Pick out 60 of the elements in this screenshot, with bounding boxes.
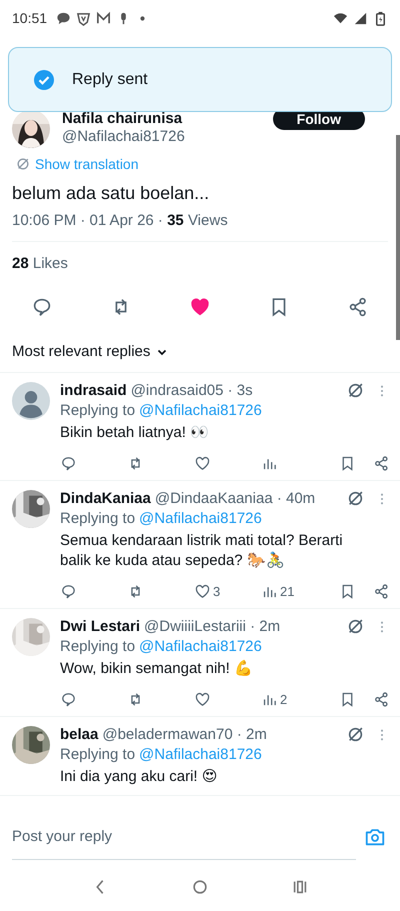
- mention-link[interactable]: @Nafilachai81726: [139, 402, 262, 419]
- view-count: 2: [280, 692, 288, 707]
- heart-icon[interactable]: [194, 691, 211, 708]
- reply-text: Ini dia yang aku cari! 😍: [60, 767, 218, 787]
- chat-icon: [56, 10, 72, 26]
- author-handle: @Nafilachai81726: [62, 127, 186, 147]
- heart-icon[interactable]: [194, 583, 211, 600]
- reply-handle-time: @indrasaid05 · 3s: [130, 382, 253, 399]
- reply-input[interactable]: Post your reply: [12, 814, 356, 860]
- signal-icon: [353, 10, 368, 26]
- heart-icon[interactable]: [194, 455, 211, 472]
- replying-to-label: Replying to: [60, 510, 136, 527]
- shield-icon: [76, 10, 92, 26]
- like-count: 3: [213, 584, 220, 599]
- sort-dropdown[interactable]: Most relevant replies: [12, 343, 150, 360]
- slashed-circle-icon[interactable]: [347, 618, 364, 635]
- mail-icon: [96, 10, 112, 26]
- post-meta: 10:06 PM · 01 Apr 26 · 35 Views: [11, 211, 229, 229]
- reply-text: Bikin betah liatnya! 👀: [60, 423, 210, 443]
- slashed-circle-icon[interactable]: [347, 726, 364, 743]
- wifi-icon: [333, 10, 348, 26]
- mention-link[interactable]: @Nafilachai81726: [139, 746, 262, 763]
- reply-text: Wow, bikin semangat nih! 💪: [60, 659, 254, 679]
- reply-author-name: DindaKaniaa: [60, 490, 151, 507]
- default-avatar-icon[interactable]: [12, 382, 50, 420]
- replying-to-label: Replying to: [60, 402, 136, 419]
- heart-icon[interactable]: [189, 296, 211, 318]
- comment-icon[interactable]: [60, 455, 77, 472]
- comment-icon[interactable]: [60, 691, 77, 708]
- status-time: 10:51: [12, 10, 48, 26]
- reply-author-name: belaa: [60, 726, 98, 743]
- comment-icon[interactable]: [31, 296, 53, 318]
- view-count: 21: [280, 584, 294, 599]
- reply-handle-time: @DwiiiiLestariii · 2m: [144, 618, 280, 635]
- camera-icon[interactable]: [364, 826, 386, 848]
- slashed-circle-icon: [16, 157, 30, 171]
- replying-to-label: Replying to: [60, 638, 136, 655]
- slashed-circle-icon[interactable]: [347, 490, 364, 507]
- toast-message: Reply sent: [72, 70, 148, 88]
- share-icon[interactable]: [373, 455, 390, 472]
- reply-handle-time: @beladermawan70 · 2m: [102, 726, 267, 743]
- reply-author-name: Dwi Lestari: [60, 618, 140, 635]
- reply-author-name: indrasaid: [60, 382, 127, 399]
- recents-icon[interactable]: [291, 878, 309, 896]
- battery-icon: [373, 10, 388, 26]
- replying-to-label: Replying to: [60, 746, 136, 763]
- home-icon[interactable]: [191, 878, 209, 896]
- comment-icon[interactable]: [60, 583, 77, 600]
- reply-handle-time: @DindaaKaaniaa · 40m: [154, 490, 316, 507]
- author-name: Nafila chairunisa: [62, 111, 184, 127]
- mention-link[interactable]: @Nafilachai81726: [139, 510, 262, 527]
- show-translation-link[interactable]: Show translation: [35, 156, 139, 172]
- share-icon[interactable]: [373, 583, 390, 600]
- likes-count: 28 Likes: [11, 254, 69, 272]
- slashed-circle-icon[interactable]: [347, 382, 364, 399]
- mention-link[interactable]: @Nafilachai81726: [139, 638, 262, 655]
- post-text: belum ada satu boelan...: [11, 182, 210, 204]
- reply-text: Semua kendaraan listrik mati total? Berarti balik ke kuda atau sepeda? 🐎🚴: [60, 531, 344, 571]
- dot-icon: [140, 16, 146, 20]
- share-icon[interactable]: [373, 691, 390, 708]
